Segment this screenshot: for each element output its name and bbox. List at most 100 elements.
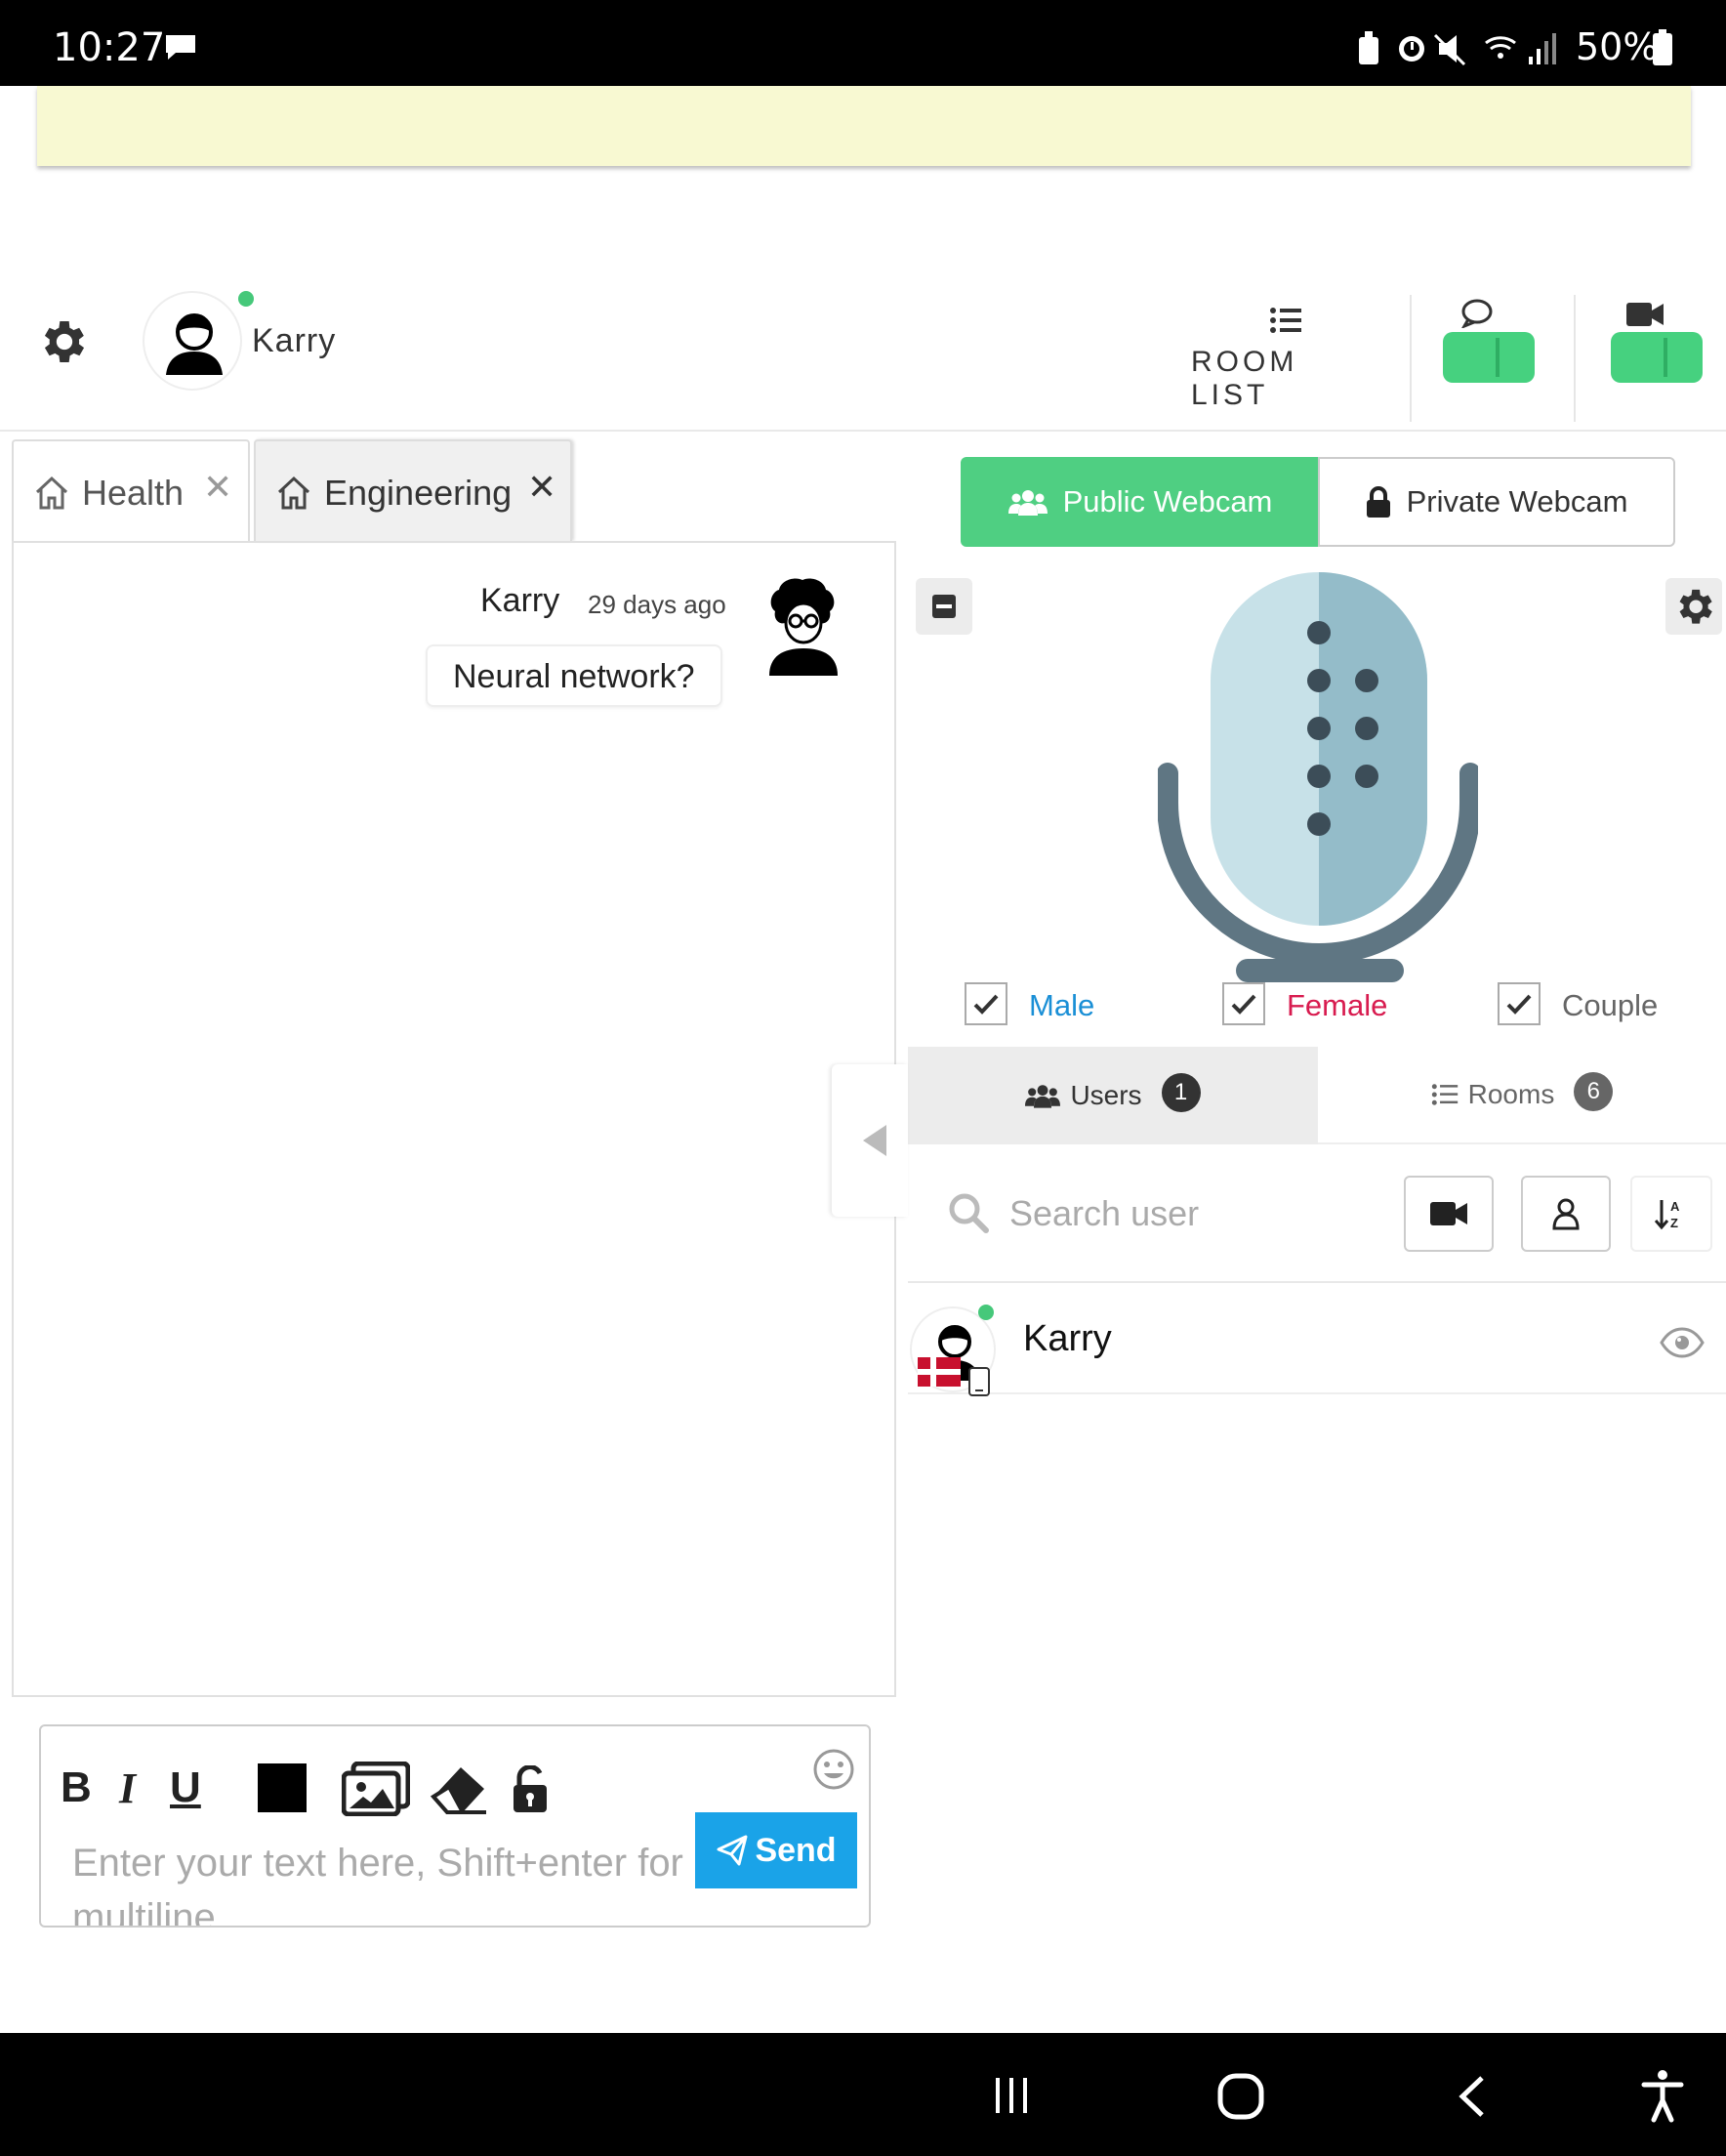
gear-icon: [1679, 589, 1712, 624]
back-icon[interactable]: [1455, 2074, 1490, 2119]
couple-label: Couple: [1562, 988, 1659, 1022]
divider: [1410, 295, 1412, 422]
message-timestamp: 29 days ago: [588, 590, 726, 619]
home-button-icon[interactable]: [1216, 2072, 1265, 2121]
caret-left-icon: [863, 1125, 886, 1156]
system-nav-bar: [0, 2033, 1726, 2156]
list-icon: [1431, 1084, 1458, 1105]
denmark-flag-icon: [918, 1357, 961, 1387]
avatar[interactable]: [143, 291, 242, 391]
online-status-dot: [238, 291, 254, 307]
tab-label: Health: [82, 473, 185, 513]
list-icon: [1270, 308, 1301, 333]
send-icon: [717, 1835, 748, 1866]
underline-button[interactable]: U: [170, 1763, 201, 1812]
svg-text:A: A: [1670, 1199, 1680, 1214]
search-icon: [949, 1193, 989, 1233]
battery-icon: [1653, 29, 1672, 65]
public-webcam-label: Public Webcam: [1062, 484, 1273, 518]
italic-button[interactable]: I: [119, 1763, 136, 1813]
chat-bubble-icon: [1461, 299, 1493, 328]
collapse-panel-button[interactable]: [832, 1064, 908, 1217]
user-avatar-icon: [166, 313, 223, 375]
close-icon[interactable]: ✕: [527, 467, 556, 508]
unlock-icon[interactable]: [512, 1765, 549, 1814]
public-webcam-button[interactable]: Public Webcam: [961, 457, 1320, 547]
user-icon: [1552, 1198, 1580, 1230]
online-status-dot: [978, 1305, 994, 1320]
chat-messages-area[interactable]: [12, 541, 896, 1697]
send-button[interactable]: Send: [695, 1812, 857, 1888]
minimize-button[interactable]: [916, 578, 972, 635]
image-upload-icon[interactable]: [342, 1762, 410, 1816]
tab-users[interactable]: Users 1: [908, 1047, 1318, 1144]
chat-toggle[interactable]: [1443, 299, 1535, 383]
tab-rooms[interactable]: Rooms 6: [1318, 1047, 1726, 1144]
panel-settings-button[interactable]: [1665, 578, 1722, 635]
users-icon: [1025, 1085, 1061, 1108]
private-webcam-button[interactable]: Private Webcam: [1318, 457, 1675, 547]
tab-label: Engineering: [324, 473, 513, 513]
users-tab-label: Users: [1070, 1080, 1142, 1110]
home-icon: [277, 476, 310, 510]
close-icon[interactable]: ✕: [203, 467, 232, 508]
tab-engineering[interactable]: Engineering ✕: [254, 439, 572, 541]
room-list-label: ROOM LIST: [1191, 346, 1298, 411]
divider: [1574, 295, 1576, 422]
notice-banner: [37, 86, 1691, 166]
rooms-count-badge: 6: [1574, 1072, 1614, 1111]
user-list-name[interactable]: Karry: [1023, 1318, 1112, 1360]
recent-apps-icon[interactable]: [990, 2074, 1033, 2117]
search-input[interactable]: [1009, 1189, 1380, 1238]
eraser-icon[interactable]: [430, 1762, 488, 1816]
video-camera-icon: [1430, 1202, 1467, 1225]
male-checkbox[interactable]: [965, 982, 1007, 1025]
room-list-button[interactable]: ROOM LIST: [1181, 303, 1377, 411]
header-divider: [0, 430, 1726, 432]
send-label: Send: [755, 1831, 837, 1869]
settings-gear-icon[interactable]: [37, 314, 92, 369]
mobile-device-icon: [968, 1367, 990, 1396]
message-author[interactable]: Karry: [480, 582, 559, 620]
webcam-toggle[interactable]: [1611, 299, 1703, 383]
tab-health[interactable]: Health ✕: [12, 439, 250, 541]
users-icon: [1007, 490, 1048, 516]
filter-user-button[interactable]: [1521, 1176, 1611, 1252]
video-camera-icon: [1626, 303, 1664, 326]
status-bar: 10:27 50%: [0, 0, 1726, 86]
webcam-toggle-switch[interactable]: [1611, 332, 1703, 383]
female-checkbox[interactable]: [1222, 982, 1265, 1025]
emoji-icon[interactable]: [812, 1748, 855, 1791]
text-color-button[interactable]: [258, 1763, 307, 1812]
message-avatar-icon[interactable]: [761, 576, 845, 678]
private-webcam-label: Private Webcam: [1406, 484, 1628, 518]
message-icon: [166, 35, 195, 60]
male-label: Male: [1029, 988, 1095, 1022]
lock-icon: [1366, 486, 1390, 518]
microphone-icon: [1158, 572, 1478, 982]
status-icons: [1357, 29, 1572, 73]
rooms-tab-label: Rooms: [1467, 1079, 1555, 1109]
eye-icon[interactable]: [1660, 1326, 1705, 1359]
svg-text:Z: Z: [1670, 1216, 1678, 1230]
message-input[interactable]: Enter your text here, Shift+enter for mu…: [72, 1836, 697, 1926]
message-bubble: Neural network?: [426, 644, 722, 707]
couple-checkbox[interactable]: [1498, 982, 1541, 1025]
female-label: Female: [1287, 988, 1388, 1022]
status-time: 10:27: [53, 25, 166, 70]
filter-webcam-button[interactable]: [1404, 1176, 1494, 1252]
accessibility-icon[interactable]: [1640, 2068, 1685, 2123]
minus-icon: [932, 595, 956, 618]
users-count-badge: 1: [1161, 1073, 1201, 1112]
bold-button[interactable]: B: [61, 1763, 92, 1812]
sort-alpha-icon: AZ: [1655, 1199, 1680, 1230]
current-user-name: Karry: [252, 322, 337, 359]
divider: [908, 1281, 1726, 1283]
check-icon: [973, 994, 999, 1015]
sort-button[interactable]: AZ: [1630, 1176, 1712, 1252]
chat-toggle-switch[interactable]: [1443, 332, 1535, 383]
check-icon: [1231, 994, 1256, 1015]
check-icon: [1506, 994, 1532, 1015]
home-icon: [35, 476, 68, 510]
battery-percent: 50%: [1576, 25, 1659, 68]
